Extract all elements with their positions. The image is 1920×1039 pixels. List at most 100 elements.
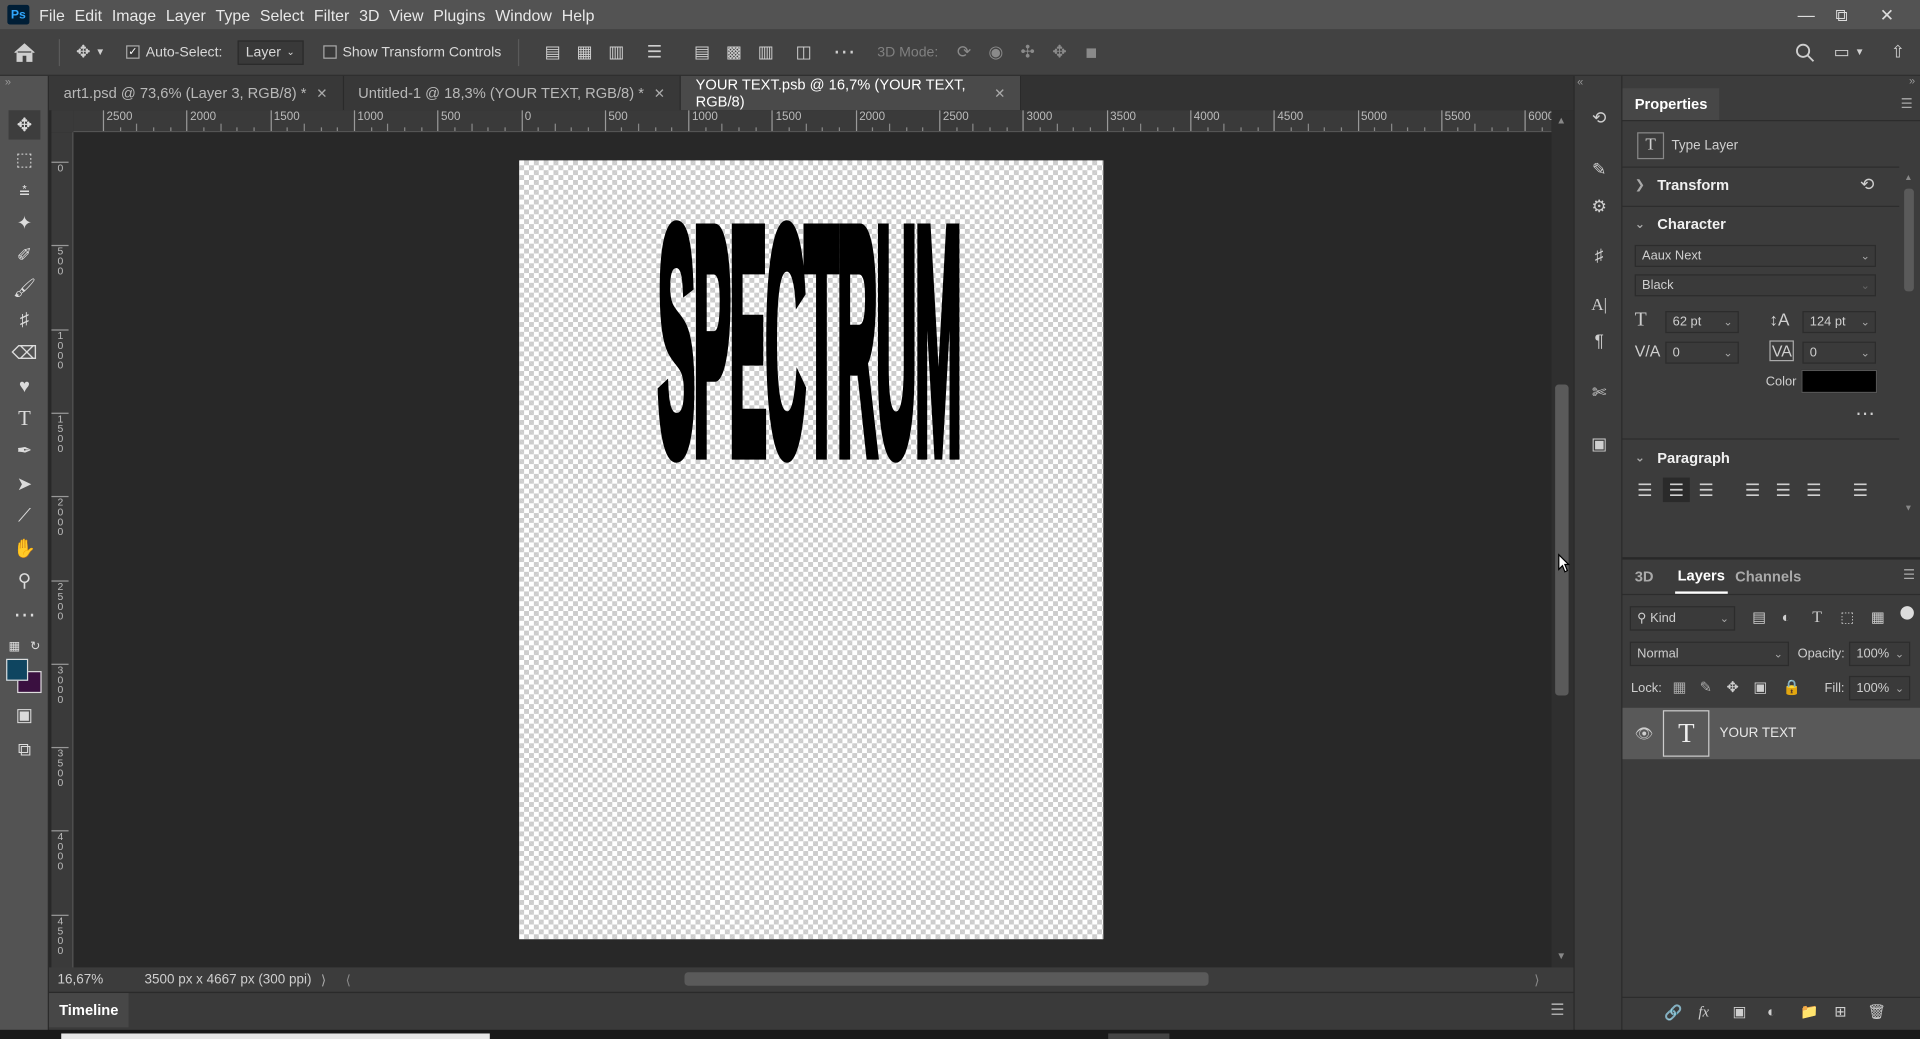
add-mask-icon[interactable]: ▣ xyxy=(1733,1003,1747,1020)
lock-all-icon[interactable]: 🔒 xyxy=(1783,678,1801,695)
character-section[interactable]: ⌄ Character xyxy=(1635,216,1726,233)
align-bottom-icon[interactable]: ▥ xyxy=(750,42,782,63)
font-family-dropdown[interactable]: Aaux Next ⌄ xyxy=(1634,244,1876,267)
more-options-icon[interactable]: ⋯ xyxy=(826,39,863,65)
tracking-field[interactable]: 0 ⌄ xyxy=(1802,341,1876,364)
close-window-icon[interactable]: ✕ xyxy=(1867,0,1906,29)
distribute-horizontal-icon[interactable]: ◫ xyxy=(782,42,826,63)
rectangular-marquee-icon[interactable]: ⬚ xyxy=(9,144,41,173)
collapse-icon[interactable]: » xyxy=(5,76,11,88)
menu-3d[interactable]: 3D xyxy=(359,6,389,24)
menu-edit[interactable]: Edit xyxy=(75,6,112,24)
menu-plugins[interactable]: Plugins xyxy=(433,6,495,24)
align-text-left-icon[interactable]: ☰ xyxy=(1637,480,1652,501)
lock-transparent-icon[interactable]: ▦ xyxy=(1673,678,1687,695)
hand-tool-icon[interactable]: ✋ xyxy=(9,534,41,563)
justify-last-center-icon[interactable]: ☰ xyxy=(1776,480,1791,501)
vertical-scroll-thumb[interactable] xyxy=(1555,384,1569,696)
brush-icon[interactable]: 🖌 xyxy=(9,273,41,302)
vertical-scrollbar[interactable]: ▲ ▼ xyxy=(1551,110,1574,968)
expand-dock-icon[interactable]: « xyxy=(1577,76,1583,88)
auto-select-dropdown[interactable]: Layer ⌄ xyxy=(237,39,304,65)
auto-select-checkbox[interactable]: ✓ Auto-Select: xyxy=(126,45,222,59)
eyedropper-icon[interactable]: ✐ xyxy=(9,240,41,269)
character-panel-icon[interactable]: A| xyxy=(1585,291,1614,320)
align-top-icon[interactable]: ▤ xyxy=(686,42,718,63)
filter-toggle-icon[interactable] xyxy=(1900,606,1914,620)
link-layers-icon[interactable]: 🔗 xyxy=(1664,1004,1682,1021)
3d-roll-icon[interactable]: ◉ xyxy=(980,42,1012,63)
align-text-center-icon[interactable]: ☰ xyxy=(1662,477,1690,503)
align-right-icon[interactable]: ▥ xyxy=(601,42,633,63)
tool-presets-icon[interactable]: ✄ xyxy=(1585,377,1614,406)
menu-select[interactable]: Select xyxy=(260,6,314,24)
restore-icon[interactable]: ⧉ xyxy=(1822,0,1861,29)
3d-slide-icon[interactable]: ✥ xyxy=(1044,42,1076,63)
menu-file[interactable]: File xyxy=(39,6,74,24)
history-icon[interactable]: ⟲ xyxy=(1585,103,1614,132)
clone-stamp-icon[interactable]: ♯ xyxy=(9,305,41,334)
document-canvas[interactable]: SPECTRUM xyxy=(519,153,1104,940)
swap-colors-icon[interactable]: ▦ ↻ xyxy=(9,632,41,661)
3d-orbit-icon[interactable]: ⟳ xyxy=(948,42,980,63)
collapse-panel-icon[interactable]: » xyxy=(1909,75,1915,87)
foreground-color-swatch[interactable] xyxy=(6,658,29,681)
move-tool-preset-icon[interactable]: ✥ ▼ xyxy=(70,42,112,63)
paint-bucket-icon[interactable]: ♥ xyxy=(9,371,41,400)
lasso-icon[interactable]: ⩮ xyxy=(9,176,41,205)
timeline-tab[interactable]: Timeline xyxy=(48,993,129,1028)
status-expand-icon[interactable]: ⟩ xyxy=(321,972,326,988)
pen-tool-icon[interactable]: ✒ xyxy=(9,436,41,465)
zoom-level[interactable]: 16,67% xyxy=(49,972,135,987)
type-tool-icon[interactable]: T xyxy=(9,404,41,433)
text-color-swatch[interactable] xyxy=(1801,369,1878,394)
clone-source-icon[interactable]: ♯ xyxy=(1585,240,1614,269)
timeline-menu-icon[interactable]: ☰ xyxy=(1550,1000,1564,1020)
magic-wand-icon[interactable]: ✦ xyxy=(9,208,41,237)
edit-toolbar-icon[interactable]: ⋯ xyxy=(9,600,41,629)
search-icon[interactable] xyxy=(1790,42,1819,62)
tab-3d[interactable]: 3D xyxy=(1635,560,1654,594)
quick-mask-icon[interactable]: ▣ xyxy=(9,700,41,729)
adjustments-icon[interactable]: ⚙ xyxy=(1585,191,1614,220)
align-horizontal-center-icon[interactable]: ▦ xyxy=(569,42,601,63)
align-vertical-center-icon[interactable]: ▩ xyxy=(718,42,750,63)
horizontal-scroll-thumb[interactable] xyxy=(684,972,1209,986)
more-character-options-icon[interactable]: ⋯ xyxy=(1855,402,1875,426)
filter-shape-icon[interactable]: ⬚ xyxy=(1840,609,1854,626)
transform-section[interactable]: ❯ Transform xyxy=(1635,176,1729,193)
line-tool-icon[interactable]: ⟋ xyxy=(9,501,41,530)
scroll-left-icon[interactable]: ⟨ xyxy=(346,972,351,988)
justify-all-icon[interactable]: ☰ xyxy=(1853,480,1868,501)
3d-scale-icon[interactable]: ◾ xyxy=(1075,42,1107,63)
filter-smart-object-icon[interactable]: ▦ xyxy=(1871,609,1885,626)
menu-filter[interactable]: Filter xyxy=(314,6,359,24)
paragraph-section[interactable]: ⌄ Paragraph xyxy=(1635,449,1730,466)
menu-help[interactable]: Help xyxy=(562,6,605,24)
lock-image-icon[interactable]: ✎ xyxy=(1700,678,1712,695)
menu-layer[interactable]: Layer xyxy=(166,6,216,24)
fill-field[interactable]: 100% ⌄ xyxy=(1848,675,1911,701)
justify-last-right-icon[interactable]: ☰ xyxy=(1806,480,1821,501)
workspace-icon[interactable]: ▭ ▼ xyxy=(1827,42,1871,63)
scroll-right-icon[interactable]: ⟩ xyxy=(1534,972,1539,988)
properties-scrollbar[interactable]: ▲ ▼ xyxy=(1902,174,1917,517)
tab-layers[interactable]: Layers xyxy=(1675,560,1728,594)
text-layer-content[interactable]: SPECTRUM xyxy=(657,153,964,530)
close-tab-icon[interactable]: ✕ xyxy=(654,85,665,101)
menu-window[interactable]: Window xyxy=(495,6,561,24)
filter-pixel-icon[interactable]: ▤ xyxy=(1752,609,1766,626)
filter-type-icon[interactable]: T xyxy=(1812,607,1822,627)
opacity-field[interactable]: 100% ⌄ xyxy=(1848,641,1911,667)
close-tab-icon[interactable]: ✕ xyxy=(994,85,1005,101)
minimize-icon[interactable]: — xyxy=(1787,0,1826,29)
lock-artboard-icon[interactable]: ▣ xyxy=(1753,678,1767,695)
layer-row[interactable]: 👁 T YOUR TEXT xyxy=(1622,707,1920,760)
screen-mode-icon[interactable]: ⧉ xyxy=(9,735,41,764)
tab-art1[interactable]: art1.psd @ 73,6% (Layer 3, RGB/8) * ✕ xyxy=(48,75,344,111)
menu-image[interactable]: Image xyxy=(112,6,166,24)
home-icon[interactable] xyxy=(0,42,49,62)
move-tool-icon[interactable]: ✥ xyxy=(8,110,41,140)
libraries-icon[interactable]: ▣ xyxy=(1585,429,1614,458)
layers-menu-icon[interactable]: ☰ xyxy=(1903,567,1915,583)
